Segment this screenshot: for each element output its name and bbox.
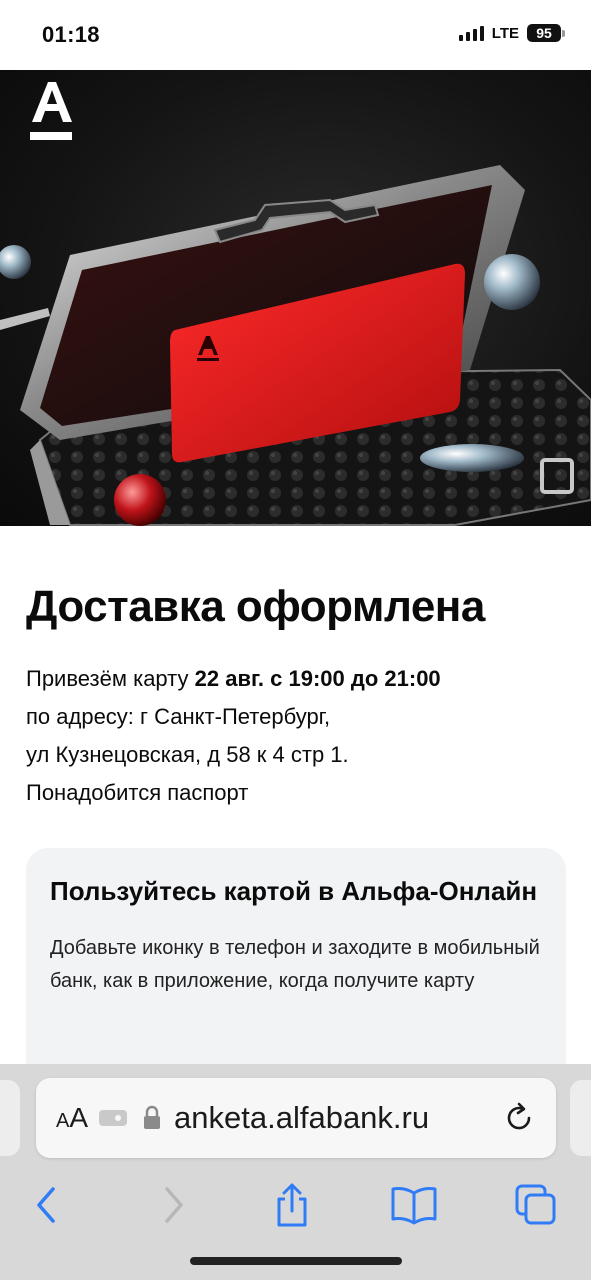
delivery-description: Привезём карту 22 авг. с 19:00 до 21:00 …	[26, 660, 571, 812]
battery-icon: 95	[527, 24, 565, 42]
delivery-time: 22 авг. с 19:00 до 21:00	[194, 666, 441, 691]
reload-icon[interactable]	[502, 1101, 536, 1135]
tabs-button[interactable]	[506, 1176, 566, 1234]
url-text[interactable]: anketa.alfabank.ru	[174, 1100, 502, 1136]
share-button[interactable]	[262, 1176, 322, 1234]
back-button[interactable]	[16, 1176, 76, 1234]
tabs-icon	[515, 1184, 556, 1225]
page-title: Доставка оформлена	[26, 582, 485, 631]
next-tab-preview[interactable]	[570, 1080, 591, 1156]
extension-icon[interactable]	[98, 1107, 128, 1129]
text-size-button[interactable]: AA	[56, 1102, 88, 1134]
status-indicators: LTE 95	[458, 24, 565, 42]
status-time: 01:18	[42, 22, 100, 47]
alfa-logo-icon	[30, 82, 72, 140]
status-bar: 01:18 LTE 95	[0, 0, 591, 70]
back-icon	[37, 1187, 55, 1223]
forward-icon	[165, 1187, 183, 1223]
delivery-line-3: ул Кузнецовская, д 58 к 4 стр 1.	[26, 742, 349, 767]
forward-button[interactable]	[144, 1176, 204, 1234]
delivery-prefix: Привезём карту	[26, 666, 195, 691]
briefcase-illustration	[0, 82, 591, 526]
network-type: LTE	[491, 24, 519, 42]
signal-icon	[458, 25, 484, 41]
share-icon	[277, 1183, 307, 1227]
browser-nav-row	[0, 1170, 591, 1240]
previous-tab-preview[interactable]	[0, 1080, 20, 1156]
browser-toolbar: AA anketa.alfabank.ru	[0, 1064, 591, 1280]
delivery-line-4: Понадобится паспорт	[26, 780, 249, 805]
bookmarks-icon	[391, 1187, 437, 1225]
lock-icon	[144, 1105, 161, 1129]
home-indicator[interactable]	[190, 1257, 402, 1265]
address-bar[interactable]: AA anketa.alfabank.ru	[36, 1078, 556, 1158]
promo-card-text: Добавьте иконку в телефон и заходите в м…	[50, 937, 540, 992]
text-size-small-label: A	[56, 1110, 70, 1132]
promo-card-title: Пользуйтесь картой в Альфа-Онлайн	[50, 876, 538, 906]
hero-image	[0, 70, 591, 526]
delivery-line-1: Привезём карту 22 авг. с 19:00 до 21:00	[26, 660, 571, 698]
delivery-line-2: по адресу: г Санкт-Петербург,	[26, 704, 331, 729]
bookmarks-button[interactable]	[384, 1176, 444, 1234]
text-size-large-label: A	[69, 1102, 89, 1133]
